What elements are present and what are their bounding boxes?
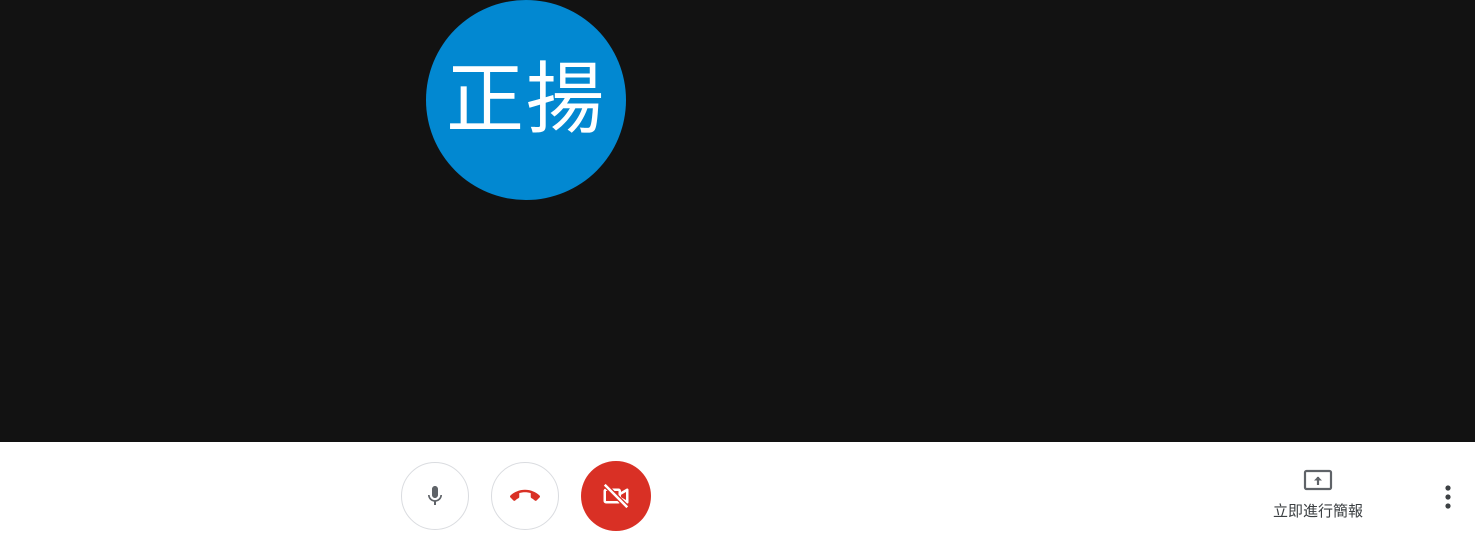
phone-hangup-icon <box>510 489 540 501</box>
microphone-button[interactable] <box>401 462 469 530</box>
hangup-button[interactable] <box>491 462 559 530</box>
microphone-icon <box>428 486 442 505</box>
avatar-initials: 正揚 <box>445 55 606 145</box>
video-stage: 正揚 <box>0 0 1475 442</box>
present-now-label: 立即進行簡報 <box>1272 502 1363 520</box>
present-screen-icon <box>1303 469 1333 491</box>
call-control-bar: 立即進行簡報 <box>0 442 1475 544</box>
camera-off-icon <box>602 482 630 510</box>
more-options-button[interactable] <box>1434 480 1462 514</box>
more-vert-icon <box>1445 485 1451 509</box>
participant-avatar: 正揚 <box>426 0 626 200</box>
present-now-button[interactable]: 立即進行簡報 <box>1262 468 1374 524</box>
camera-toggle-button[interactable] <box>581 461 651 531</box>
